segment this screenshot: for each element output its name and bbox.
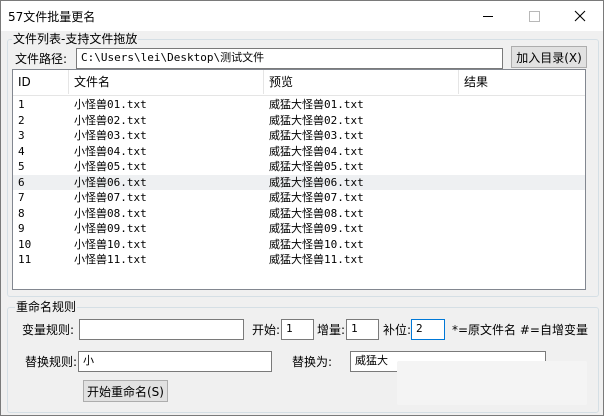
variable-legend: *=原文件名 #=自增变量 <box>452 323 588 337</box>
replace-with-label: 替换为: <box>292 355 333 369</box>
cell-preview: 威猛大怪兽02.txt <box>269 113 364 127</box>
column-header-preview[interactable]: 预览 <box>264 70 459 94</box>
cell-id: 10 <box>18 237 32 251</box>
column-header-id[interactable]: ID <box>13 70 69 94</box>
column-header-result[interactable]: 结果 <box>459 70 585 94</box>
maximize-button <box>511 1 557 31</box>
title-bar[interactable]: 57文件批量更名 <box>1 1 603 31</box>
cell-id: 5 <box>18 160 25 173</box>
cell-filename: 小怪兽06.txt <box>74 175 147 189</box>
cell-filename: 小怪兽01.txt <box>74 98 147 111</box>
cell-preview: 威猛大怪兽07.txt <box>269 191 364 204</box>
rename-rules-group-label: 重命名规则 <box>15 300 78 314</box>
start-rename-button[interactable]: 开始重命名(S) <box>83 380 168 402</box>
maximize-icon <box>528 10 540 22</box>
app-window: 57文件批量更名 文件列表-支持文件拖放 文件路径: C:\Users\lei\… <box>0 0 604 416</box>
table-row[interactable]: 3 小怪兽03.txt 威猛大怪兽03.txt <box>13 128 585 144</box>
start-input[interactable]: 1 <box>281 319 314 340</box>
replace-rule-label: 替换规则: <box>25 355 78 369</box>
table-row[interactable]: 4 小怪兽04.txt 威猛大怪兽04.txt <box>13 144 585 160</box>
add-directory-button[interactable]: 加入目录(X) <box>511 46 587 68</box>
cell-preview: 威猛大怪兽03.txt <box>269 129 364 142</box>
table-row[interactable]: 9 小怪兽09.txt 威猛大怪兽09.txt <box>13 221 585 237</box>
table-row[interactable]: 6 小怪兽06.txt 威猛大怪兽06.txt <box>13 174 585 190</box>
column-header-filename[interactable]: 文件名 <box>69 70 264 94</box>
cell-filename: 小怪兽08.txt <box>74 206 147 220</box>
cell-id: 1 <box>18 98 25 111</box>
padding-input[interactable]: 2 <box>411 319 445 340</box>
table-row[interactable]: 5 小怪兽05.txt 威猛大怪兽05.txt <box>13 159 585 175</box>
cell-id: 11 <box>18 253 32 266</box>
cell-filename: 小怪兽07.txt <box>74 191 147 204</box>
increment-input[interactable]: 1 <box>346 319 379 340</box>
padding-label: 补位: <box>383 323 412 337</box>
cell-id: 9 <box>18 222 25 235</box>
watermark-overlay <box>397 361 587 405</box>
file-path-input[interactable]: C:\Users\lei\Desktop\测试文件 <box>76 48 503 69</box>
cell-filename: 小怪兽02.txt <box>74 113 147 127</box>
cell-filename: 小怪兽03.txt <box>74 129 147 142</box>
variable-rule-input[interactable] <box>79 319 244 340</box>
cell-preview: 威猛大怪兽01.txt <box>269 98 364 111</box>
table-row[interactable]: 7 小怪兽07.txt 威猛大怪兽07.txt <box>13 190 585 206</box>
replace-rule-input[interactable]: 小 <box>78 351 272 372</box>
cell-preview: 威猛大怪兽06.txt <box>269 175 364 189</box>
close-icon <box>574 10 586 22</box>
minimize-button[interactable] <box>465 1 511 31</box>
table-row[interactable]: 1 小怪兽01.txt 威猛大怪兽01.txt <box>13 97 585 113</box>
cell-id: 2 <box>18 113 25 127</box>
table-row[interactable]: 2 小怪兽02.txt 威猛大怪兽02.txt <box>13 113 585 129</box>
file-path-label: 文件路径: <box>15 52 68 66</box>
cell-preview: 威猛大怪兽04.txt <box>269 144 364 158</box>
increment-label: 增量: <box>317 323 346 337</box>
start-label: 开始: <box>252 323 281 337</box>
table-row[interactable]: 8 小怪兽08.txt 威猛大怪兽08.txt <box>13 206 585 222</box>
window-title: 57文件批量更名 <box>8 10 96 24</box>
cell-preview: 威猛大怪兽11.txt <box>269 253 364 266</box>
cell-filename: 小怪兽10.txt <box>74 237 147 251</box>
cell-preview: 威猛大怪兽05.txt <box>269 160 364 173</box>
cell-id: 4 <box>18 144 25 158</box>
cell-filename: 小怪兽11.txt <box>74 253 147 266</box>
close-button[interactable] <box>557 1 603 31</box>
cell-preview: 威猛大怪兽09.txt <box>269 222 364 235</box>
table-row[interactable]: 10 小怪兽10.txt 威猛大怪兽10.txt <box>13 237 585 253</box>
table-row[interactable]: 11 小怪兽11.txt 威猛大怪兽11.txt <box>13 252 585 268</box>
file-list-group-label: 文件列表-支持文件拖放 <box>12 32 139 46</box>
cell-preview: 威猛大怪兽08.txt <box>269 206 364 220</box>
list-header: ID 文件名 预览 结果 <box>13 70 585 96</box>
cell-preview: 威猛大怪兽10.txt <box>269 237 364 251</box>
cell-id: 7 <box>18 191 25 204</box>
cell-id: 6 <box>18 175 25 189</box>
cell-id: 3 <box>18 129 25 142</box>
variable-rule-label: 变量规则: <box>22 323 75 337</box>
minimize-icon <box>483 15 493 17</box>
file-list-view[interactable]: ID 文件名 预览 结果 1 小怪兽01.txt 威猛大怪兽01.txt 2 小怪兽02… <box>12 69 586 290</box>
cell-filename: 小怪兽09.txt <box>74 222 147 235</box>
cell-filename: 小怪兽04.txt <box>74 144 147 158</box>
cell-id: 8 <box>18 206 25 220</box>
cell-filename: 小怪兽05.txt <box>74 160 147 173</box>
